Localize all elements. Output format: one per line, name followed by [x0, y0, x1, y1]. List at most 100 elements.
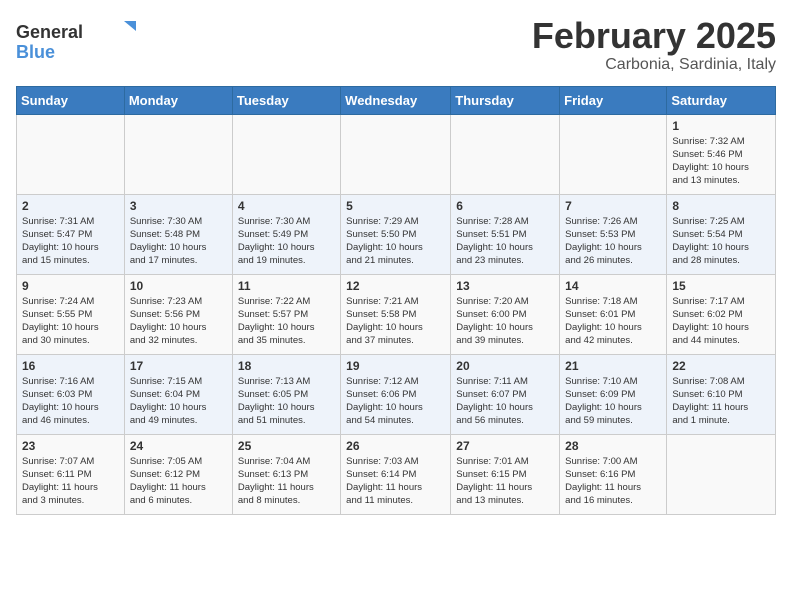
day-number: 26 — [346, 439, 445, 453]
day-info: Sunrise: 7:29 AM Sunset: 5:50 PM Dayligh… — [346, 215, 445, 268]
day-info: Sunrise: 7:21 AM Sunset: 5:58 PM Dayligh… — [346, 295, 445, 348]
day-cell: 24Sunrise: 7:05 AM Sunset: 6:12 PM Dayli… — [124, 434, 232, 514]
week-row-2: 2 Sunrise: 7:31 AM Sunset: 5:47 PM Daylig… — [17, 194, 776, 274]
header-cell-friday: Friday — [560, 86, 667, 114]
day-info: Sunrise: 7:20 AM Sunset: 6:00 PM Dayligh… — [456, 295, 554, 348]
day-info: Sunrise: 7:25 AM Sunset: 5:54 PM Dayligh… — [672, 215, 770, 268]
day-number: 3 — [130, 199, 227, 213]
day-cell: 21 Sunrise: 7:10 AM Sunset: 6:09 PM Dayli… — [560, 354, 667, 434]
title-block: February 2025 Carbonia, Sardinia, Italy — [532, 16, 776, 74]
day-cell: 17 Sunrise: 7:15 AM Sunset: 6:04 PM Dayli… — [124, 354, 232, 434]
day-cell — [560, 114, 667, 194]
day-cell: 14 Sunrise: 7:18 AM Sunset: 6:01 PM Dayli… — [560, 274, 667, 354]
day-number: 4 — [238, 199, 335, 213]
day-number: 12 — [346, 279, 445, 293]
day-cell: 26 Sunrise: 7:03 AM Sunset: 6:14 PM Dayli… — [341, 434, 451, 514]
day-cell: 2 Sunrise: 7:31 AM Sunset: 5:47 PM Daylig… — [17, 194, 125, 274]
header: General Blue February 2025 Carbonia, Sar… — [16, 16, 776, 74]
day-cell: 18 Sunrise: 7:13 AM Sunset: 6:05 PM Dayli… — [232, 354, 340, 434]
day-cell — [232, 114, 340, 194]
day-info: Sunrise: 7:18 AM Sunset: 6:01 PM Dayligh… — [565, 295, 661, 348]
day-info: Sunrise: 7:11 AM Sunset: 6:07 PM Dayligh… — [456, 375, 554, 428]
day-info: Sunrise: 7:30 AM Sunset: 5:48 PM Dayligh… — [130, 215, 227, 268]
week-row-5: 23 Sunrise: 7:07 AM Sunset: 6:11 PM Dayli… — [17, 434, 776, 514]
day-info: Sunrise: 7:30 AM Sunset: 5:49 PM Dayligh… — [238, 215, 335, 268]
day-info: Sunrise: 7:10 AM Sunset: 6:09 PM Dayligh… — [565, 375, 661, 428]
day-info: Sunrise: 7:08 AM Sunset: 6:10 PM Dayligh… — [672, 375, 770, 428]
day-info: Sunrise: 7:03 AM Sunset: 6:14 PM Dayligh… — [346, 455, 445, 508]
day-info: Sunrise: 7:23 AM Sunset: 5:56 PM Dayligh… — [130, 295, 227, 348]
day-number: 1 — [672, 119, 770, 133]
day-cell: 11 Sunrise: 7:22 AM Sunset: 5:57 PM Dayli… — [232, 274, 340, 354]
day-cell — [667, 434, 776, 514]
day-cell: 23 Sunrise: 7:07 AM Sunset: 6:11 PM Dayli… — [17, 434, 125, 514]
day-number: 18 — [238, 359, 335, 373]
day-cell: 8 Sunrise: 7:25 AM Sunset: 5:54 PM Daylig… — [667, 194, 776, 274]
day-cell: 3 Sunrise: 7:30 AM Sunset: 5:48 PM Daylig… — [124, 194, 232, 274]
day-number: 24 — [130, 439, 227, 453]
svg-text:General: General — [16, 22, 83, 42]
day-info: Sunrise: 7:15 AM Sunset: 6:04 PM Dayligh… — [130, 375, 227, 428]
day-number: 6 — [456, 199, 554, 213]
day-cell — [17, 114, 125, 194]
header-cell-sunday: Sunday — [17, 86, 125, 114]
day-number: 28 — [565, 439, 661, 453]
header-cell-monday: Monday — [124, 86, 232, 114]
day-cell — [341, 114, 451, 194]
day-number: 2 — [22, 199, 119, 213]
day-cell: 13 Sunrise: 7:20 AM Sunset: 6:00 PM Dayli… — [451, 274, 560, 354]
day-number: 22 — [672, 359, 770, 373]
header-cell-saturday: Saturday — [667, 86, 776, 114]
day-cell: 6 Sunrise: 7:28 AM Sunset: 5:51 PM Daylig… — [451, 194, 560, 274]
day-number: 17 — [130, 359, 227, 373]
day-number: 15 — [672, 279, 770, 293]
day-info: Sunrise: 7:00 AM Sunset: 6:16 PM Dayligh… — [565, 455, 661, 508]
header-cell-wednesday: Wednesday — [341, 86, 451, 114]
day-number: 20 — [456, 359, 554, 373]
day-cell: 16Sunrise: 7:16 AM Sunset: 6:03 PM Dayli… — [17, 354, 125, 434]
day-cell: 5 Sunrise: 7:29 AM Sunset: 5:50 PM Daylig… — [341, 194, 451, 274]
day-cell: 15 Sunrise: 7:17 AM Sunset: 6:02 PM Dayli… — [667, 274, 776, 354]
day-number: 7 — [565, 199, 661, 213]
logo: General Blue — [16, 16, 146, 71]
day-info: Sunrise: 7:22 AM Sunset: 5:57 PM Dayligh… — [238, 295, 335, 348]
day-info: Sunrise: 7:13 AM Sunset: 6:05 PM Dayligh… — [238, 375, 335, 428]
day-number: 13 — [456, 279, 554, 293]
day-info: Sunrise: 7:31 AM Sunset: 5:47 PM Dayligh… — [22, 215, 119, 268]
week-row-3: 9Sunrise: 7:24 AM Sunset: 5:55 PM Daylig… — [17, 274, 776, 354]
calendar-table: SundayMondayTuesdayWednesdayThursdayFrid… — [16, 86, 776, 515]
day-number: 25 — [238, 439, 335, 453]
day-cell: 10 Sunrise: 7:23 AM Sunset: 5:56 PM Dayli… — [124, 274, 232, 354]
day-number: 8 — [672, 199, 770, 213]
day-info: Sunrise: 7:28 AM Sunset: 5:51 PM Dayligh… — [456, 215, 554, 268]
day-cell: 4 Sunrise: 7:30 AM Sunset: 5:49 PM Daylig… — [232, 194, 340, 274]
day-cell: 28 Sunrise: 7:00 AM Sunset: 6:16 PM Dayli… — [560, 434, 667, 514]
day-info: Sunrise: 7:16 AM Sunset: 6:03 PM Dayligh… — [22, 375, 119, 428]
day-number: 10 — [130, 279, 227, 293]
week-row-1: 1Sunrise: 7:32 AM Sunset: 5:46 PM Daylig… — [17, 114, 776, 194]
calendar-title: February 2025 — [532, 16, 776, 56]
day-info: Sunrise: 7:01 AM Sunset: 6:15 PM Dayligh… — [456, 455, 554, 508]
day-number: 11 — [238, 279, 335, 293]
day-cell: 25 Sunrise: 7:04 AM Sunset: 6:13 PM Dayli… — [232, 434, 340, 514]
day-cell — [124, 114, 232, 194]
logo-text: General Blue — [16, 16, 146, 71]
day-number: 21 — [565, 359, 661, 373]
day-number: 14 — [565, 279, 661, 293]
header-row: SundayMondayTuesdayWednesdayThursdayFrid… — [17, 86, 776, 114]
header-cell-tuesday: Tuesday — [232, 86, 340, 114]
day-info: Sunrise: 7:04 AM Sunset: 6:13 PM Dayligh… — [238, 455, 335, 508]
day-number: 27 — [456, 439, 554, 453]
day-info: Sunrise: 7:17 AM Sunset: 6:02 PM Dayligh… — [672, 295, 770, 348]
week-row-4: 16Sunrise: 7:16 AM Sunset: 6:03 PM Dayli… — [17, 354, 776, 434]
day-cell: 22 Sunrise: 7:08 AM Sunset: 6:10 PM Dayli… — [667, 354, 776, 434]
svg-text:Blue: Blue — [16, 42, 55, 62]
day-cell: 1Sunrise: 7:32 AM Sunset: 5:46 PM Daylig… — [667, 114, 776, 194]
day-info: Sunrise: 7:26 AM Sunset: 5:53 PM Dayligh… — [565, 215, 661, 268]
day-info: Sunrise: 7:07 AM Sunset: 6:11 PM Dayligh… — [22, 455, 119, 508]
day-number: 23 — [22, 439, 119, 453]
day-cell: 20 Sunrise: 7:11 AM Sunset: 6:07 PM Dayli… — [451, 354, 560, 434]
day-cell: 19Sunrise: 7:12 AM Sunset: 6:06 PM Dayli… — [341, 354, 451, 434]
day-number: 5 — [346, 199, 445, 213]
day-info: Sunrise: 7:24 AM Sunset: 5:55 PM Dayligh… — [22, 295, 119, 348]
